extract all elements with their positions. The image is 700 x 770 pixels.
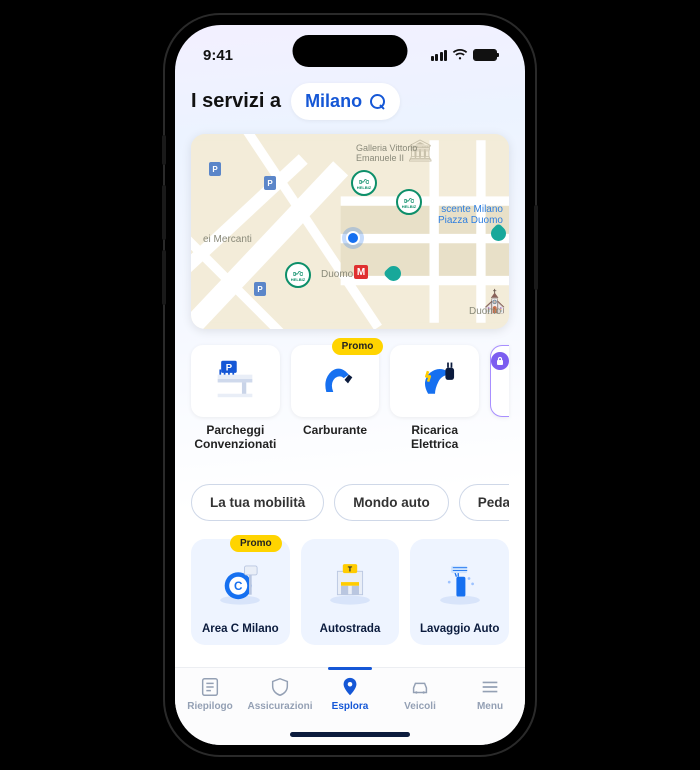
tab-veicoli[interactable]: Veicoli — [388, 676, 452, 712]
side-button — [162, 135, 166, 165]
service-label: ParcheggiConvenzionati — [191, 423, 280, 452]
phone-frame: 9:41 I servizi a Milano — [165, 15, 535, 755]
menu-icon — [479, 676, 501, 698]
fuel-icon — [309, 356, 361, 407]
tile-area-c[interactable]: Promo C Area C Milano — [191, 539, 290, 645]
shield-icon — [269, 676, 291, 698]
ev-plug-icon — [409, 356, 461, 407]
svg-text:T: T — [348, 564, 353, 573]
tab-esplora[interactable]: Esplora — [318, 676, 382, 712]
map-pin-helbiz[interactable]: HELBIZ — [285, 262, 311, 288]
svg-text:C: C — [234, 580, 243, 593]
map-label-mercanti: ei Mercanti — [203, 234, 252, 245]
tab-assicurazioni[interactable]: Assicurazioni — [248, 676, 312, 712]
area-c-icon: C — [213, 549, 267, 617]
tile-label: Lavaggio Auto — [420, 623, 499, 635]
summary-icon — [199, 676, 221, 698]
tab-label: Riepilogo — [187, 701, 233, 712]
tag-auto-world[interactable]: Mondo auto — [334, 484, 448, 521]
map-label-duomo-area: Duomo — [469, 306, 501, 317]
tile-highway[interactable]: T Autostrada — [301, 539, 400, 645]
highway-icon: T — [323, 549, 377, 617]
city-name: Milano — [305, 91, 362, 112]
tile-label: Autostrada — [320, 623, 381, 635]
map-label-duomo: Duomo — [321, 269, 353, 280]
explore-icon — [339, 676, 361, 698]
metro-pin[interactable]: M — [354, 265, 368, 279]
home-indicator[interactable] — [290, 732, 410, 737]
parking-icon: P — [209, 356, 261, 407]
promo-badge: Promo — [230, 535, 282, 552]
tab-label: Veicoli — [404, 701, 436, 712]
volume-down-button — [162, 250, 166, 305]
tab-label: Esplora — [332, 701, 369, 712]
city-selector[interactable]: Milano — [291, 83, 400, 120]
lock-icon — [491, 352, 509, 370]
service-parking[interactable]: P ParcheggiConvenzionati — [191, 345, 280, 452]
service-ev-charging[interactable]: RicaricaElettrica — [390, 345, 479, 452]
power-button — [534, 205, 538, 290]
map-label-rinascente: scente MilanoPiazza Duomo — [438, 204, 503, 226]
map-label-galleria: Galleria VittorioEmanuele II — [356, 144, 417, 164]
tab-label: Assicurazioni — [247, 701, 312, 712]
tile-label: Area C Milano — [202, 623, 279, 635]
page-header: I servizi a Milano — [191, 83, 509, 120]
wifi-icon — [452, 49, 468, 61]
car-wash-icon — [433, 549, 487, 617]
services-row: P ParcheggiConvenzionati Promo Carburan — [191, 345, 509, 452]
volume-up-button — [162, 185, 166, 240]
screen: 9:41 I servizi a Milano — [175, 25, 525, 745]
status-icons — [431, 49, 498, 61]
parking-pin[interactable]: P — [209, 162, 221, 176]
tile-car-wash[interactable]: Lavaggio Auto — [410, 539, 509, 645]
tab-label: Menu — [477, 701, 503, 712]
map-pin-helbiz[interactable]: HELBIZ — [396, 189, 422, 215]
filter-tags: La tua mobilità Mondo auto Pedaggi — [191, 484, 509, 521]
tag-tolls[interactable]: Pedaggi — [459, 484, 509, 521]
dynamic-island — [293, 35, 408, 67]
service-label: Carburante — [291, 423, 380, 437]
tag-mobility[interactable]: La tua mobilità — [191, 484, 324, 521]
content-fade — [175, 655, 525, 667]
car-icon — [409, 676, 431, 698]
content: I servizi a Milano 🏛 ⛪ — [175, 73, 525, 667]
status-time: 9:41 — [203, 47, 233, 64]
tile-row: Promo C Area C Milano T Autostrada — [191, 539, 509, 645]
cellular-icon — [431, 50, 448, 61]
header-title: I servizi a — [191, 90, 281, 113]
service-label: RicaricaElettrica — [390, 423, 479, 452]
map-pin-helbiz[interactable]: HELBIZ — [351, 170, 377, 196]
parking-pin[interactable]: P — [264, 176, 276, 190]
tab-riepilogo[interactable]: Riepilogo — [178, 676, 242, 712]
current-location-dot — [346, 231, 360, 245]
parking-pin[interactable]: P — [254, 282, 266, 296]
tab-menu[interactable]: Menu — [458, 676, 522, 712]
search-icon — [370, 94, 386, 110]
promo-badge: Promo — [332, 338, 384, 355]
service-fuel[interactable]: Promo Carburante — [291, 345, 380, 452]
service-locked-peek[interactable] — [490, 345, 509, 417]
tab-bar: Riepilogo Assicurazioni Esplora Veicoli … — [175, 667, 525, 745]
battery-icon — [473, 49, 497, 61]
map-card[interactable]: 🏛 ⛪ Galleria VittorioEmanuele II ei Merc… — [191, 134, 509, 329]
